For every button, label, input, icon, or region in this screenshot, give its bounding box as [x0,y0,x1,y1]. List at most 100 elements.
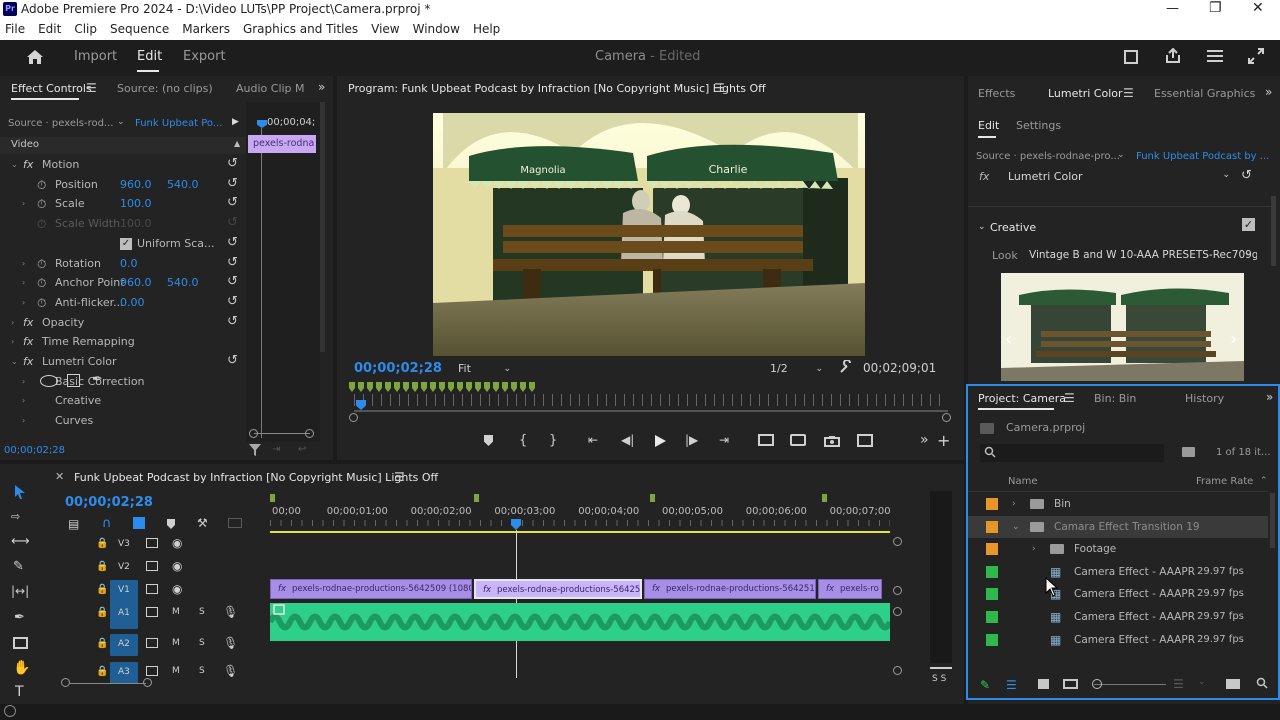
menu-item-markers[interactable]: Markers [182,22,230,36]
tab-import[interactable]: Import [74,49,117,64]
sort-icons-icon[interactable]: ☰ [1173,677,1184,691]
video-clip[interactable]: fx pexels-ro [818,579,882,599]
collapse-icon[interactable]: ▲ [234,139,240,148]
project-scrollbar[interactable] [1270,493,1275,548]
freeform-view-icon[interactable] [1063,679,1078,689]
ec-row[interactable]: ⌄ fx Lumetri Color ↺ [0,352,246,372]
program-scrub-bar[interactable] [354,410,948,412]
find-icon[interactable] [1256,677,1268,689]
subtab-edit[interactable]: Edit [978,119,999,132]
project-list-item[interactable]: ▦ Camera Effect - AAAPR 29.97 fps [968,561,1268,583]
subtab-settings[interactable]: Settings [1016,119,1061,132]
ripple-edit-tool-icon[interactable]: ⟷ [11,534,30,549]
ec-row[interactable]: › ⏱ Anti-flicker... 0.00 ↺ [0,293,246,313]
tab-effects[interactable]: Effects [978,87,1015,100]
ec-row[interactable]: ⌄ fx Motion ↺ [0,155,246,175]
tab-project-camera[interactable]: Project: Camera [978,392,1066,405]
program-menu-icon[interactable]: ☰ [714,81,725,95]
eye-icon[interactable]: ◉ [172,559,182,573]
expand-icon[interactable]: › [22,411,25,431]
reset-icon[interactable]: ↺ [227,272,238,292]
expand-icon[interactable]: › [11,332,14,352]
solo-button[interactable]: S [199,638,205,648]
timeline-zoom-handle-right[interactable] [143,678,152,687]
label-color-swatch[interactable] [986,565,998,578]
ec-row[interactable]: › ⏱ Rotation 0.0 ↺ [0,254,246,274]
tab-export[interactable]: Export [183,49,226,64]
menu-item-help[interactable]: Help [473,22,500,36]
menu-item-graphics-and-titles[interactable]: Graphics and Titles [243,22,358,36]
reset-icon[interactable]: ↺ [1241,168,1252,183]
sync-lock-icon[interactable] [146,666,158,676]
look-next-icon[interactable]: › [1230,329,1237,350]
sync-lock-icon[interactable] [146,638,158,648]
menu-item-edit[interactable]: Edit [38,22,61,36]
scrub-handle-right[interactable] [942,413,951,422]
reset-icon[interactable]: ↺ [227,351,238,371]
menu-icon[interactable] [1207,49,1223,63]
ec-row[interactable]: › ⏱ Anchor Point 960.0 540.0 ↺ [0,273,246,293]
track-scroll-handle-mid2[interactable] [893,607,902,616]
mute-button[interactable]: M [172,638,180,648]
mute-button[interactable]: M [172,607,180,617]
sync-lock-icon[interactable] [146,561,158,571]
creative-expand-icon[interactable]: ⌄ [978,222,986,232]
camera-icon[interactable] [824,435,840,447]
reset-icon[interactable]: ↺ [227,155,238,174]
stopwatch-icon[interactable]: ⏱ [37,175,46,195]
tab-source[interactable]: Source: (no clips) [117,82,213,95]
property-value[interactable]: 0.00 [120,293,145,313]
expand-icon[interactable]: › [22,194,25,214]
column-frame-rate[interactable]: Frame Rate [1196,476,1253,487]
rectangle-tool-icon[interactable] [13,637,28,649]
ec-row[interactable]: ⏱ Scale Width 100.0 ↺ [0,214,246,234]
stopwatch-icon[interactable]: ⏱ [37,214,46,234]
linked-selection-icon[interactable] [133,517,145,529]
panel-menu-icon[interactable]: ☰ [86,81,97,95]
stopwatch-icon[interactable]: ⏱ [37,293,46,313]
effect-dropdown[interactable]: Lumetri Color ⌄ [1008,170,1230,183]
expand-icon[interactable]: ⌄ [11,155,18,175]
go-to-out-icon[interactable]: ⇥ [719,433,729,447]
ec-scrollbar[interactable] [320,102,325,352]
ec-row[interactable]: › Curves [0,411,246,431]
column-name[interactable]: Name [1008,476,1038,487]
mute-button[interactable]: M [172,666,180,676]
type-tool-icon[interactable]: T [15,684,24,700]
sequence-dropdown[interactable]: Funk Upbeat Po... [135,118,222,129]
lock-icon[interactable]: 🔒 [96,561,108,572]
nest-icon[interactable]: ▤ [68,517,79,531]
eye-icon[interactable]: ◉ [172,582,182,596]
video-clip[interactable]: fx pexels-rodnae-productions-5642509 (108… [270,579,472,599]
chevron-down-icon[interactable]: ⌄ [1198,677,1206,687]
maximize-icon[interactable]: ❐ [1209,0,1222,16]
expand-icon[interactable]: ⌄ [1012,516,1020,538]
expand-icon[interactable]: › [22,391,25,411]
ec-row[interactable]: › Creative [0,391,246,411]
expand-icon[interactable]: ⌄ [11,352,18,372]
menu-item-clip[interactable]: Clip [74,22,97,36]
home-icon[interactable] [26,49,44,65]
expand-icon[interactable]: › [22,293,25,313]
razor-tool-icon[interactable]: ✎ [13,559,24,574]
tab-lumetri-color[interactable]: Lumetri Color [1048,87,1123,100]
property-value[interactable]: 540.0 [167,273,199,293]
project-search-field[interactable] [980,444,1164,462]
sync-lock-icon[interactable] [146,607,158,617]
play-loop-icon[interactable]: ⇥ [272,444,280,455]
lock-icon[interactable]: 🔒 [96,638,108,649]
video-clip[interactable]: fx pexels-rodnae-productions-5642513 ( [644,579,816,599]
checkbox[interactable]: ✓ [120,237,132,250]
fullscreen-icon[interactable] [1248,48,1264,64]
look-preview[interactable] [1001,273,1244,381]
property-value[interactable]: 100.0 [120,214,152,234]
ec-row[interactable]: › fx Opacity ↺ [0,313,246,333]
solo-button[interactable]: S [199,666,205,676]
minimize-icon[interactable]: — [1166,1,1179,16]
project-list-item[interactable]: ▦ Camera Effect - AAAPR 29.97 fps [968,583,1268,605]
audio-clip-a1[interactable] [270,603,890,641]
wrench-icon[interactable] [839,360,853,374]
mic-icon[interactable]: 🎙 [223,605,238,619]
expand-icon[interactable]: › [22,273,25,293]
panel-overflow-icon[interactable]: » [318,80,325,94]
